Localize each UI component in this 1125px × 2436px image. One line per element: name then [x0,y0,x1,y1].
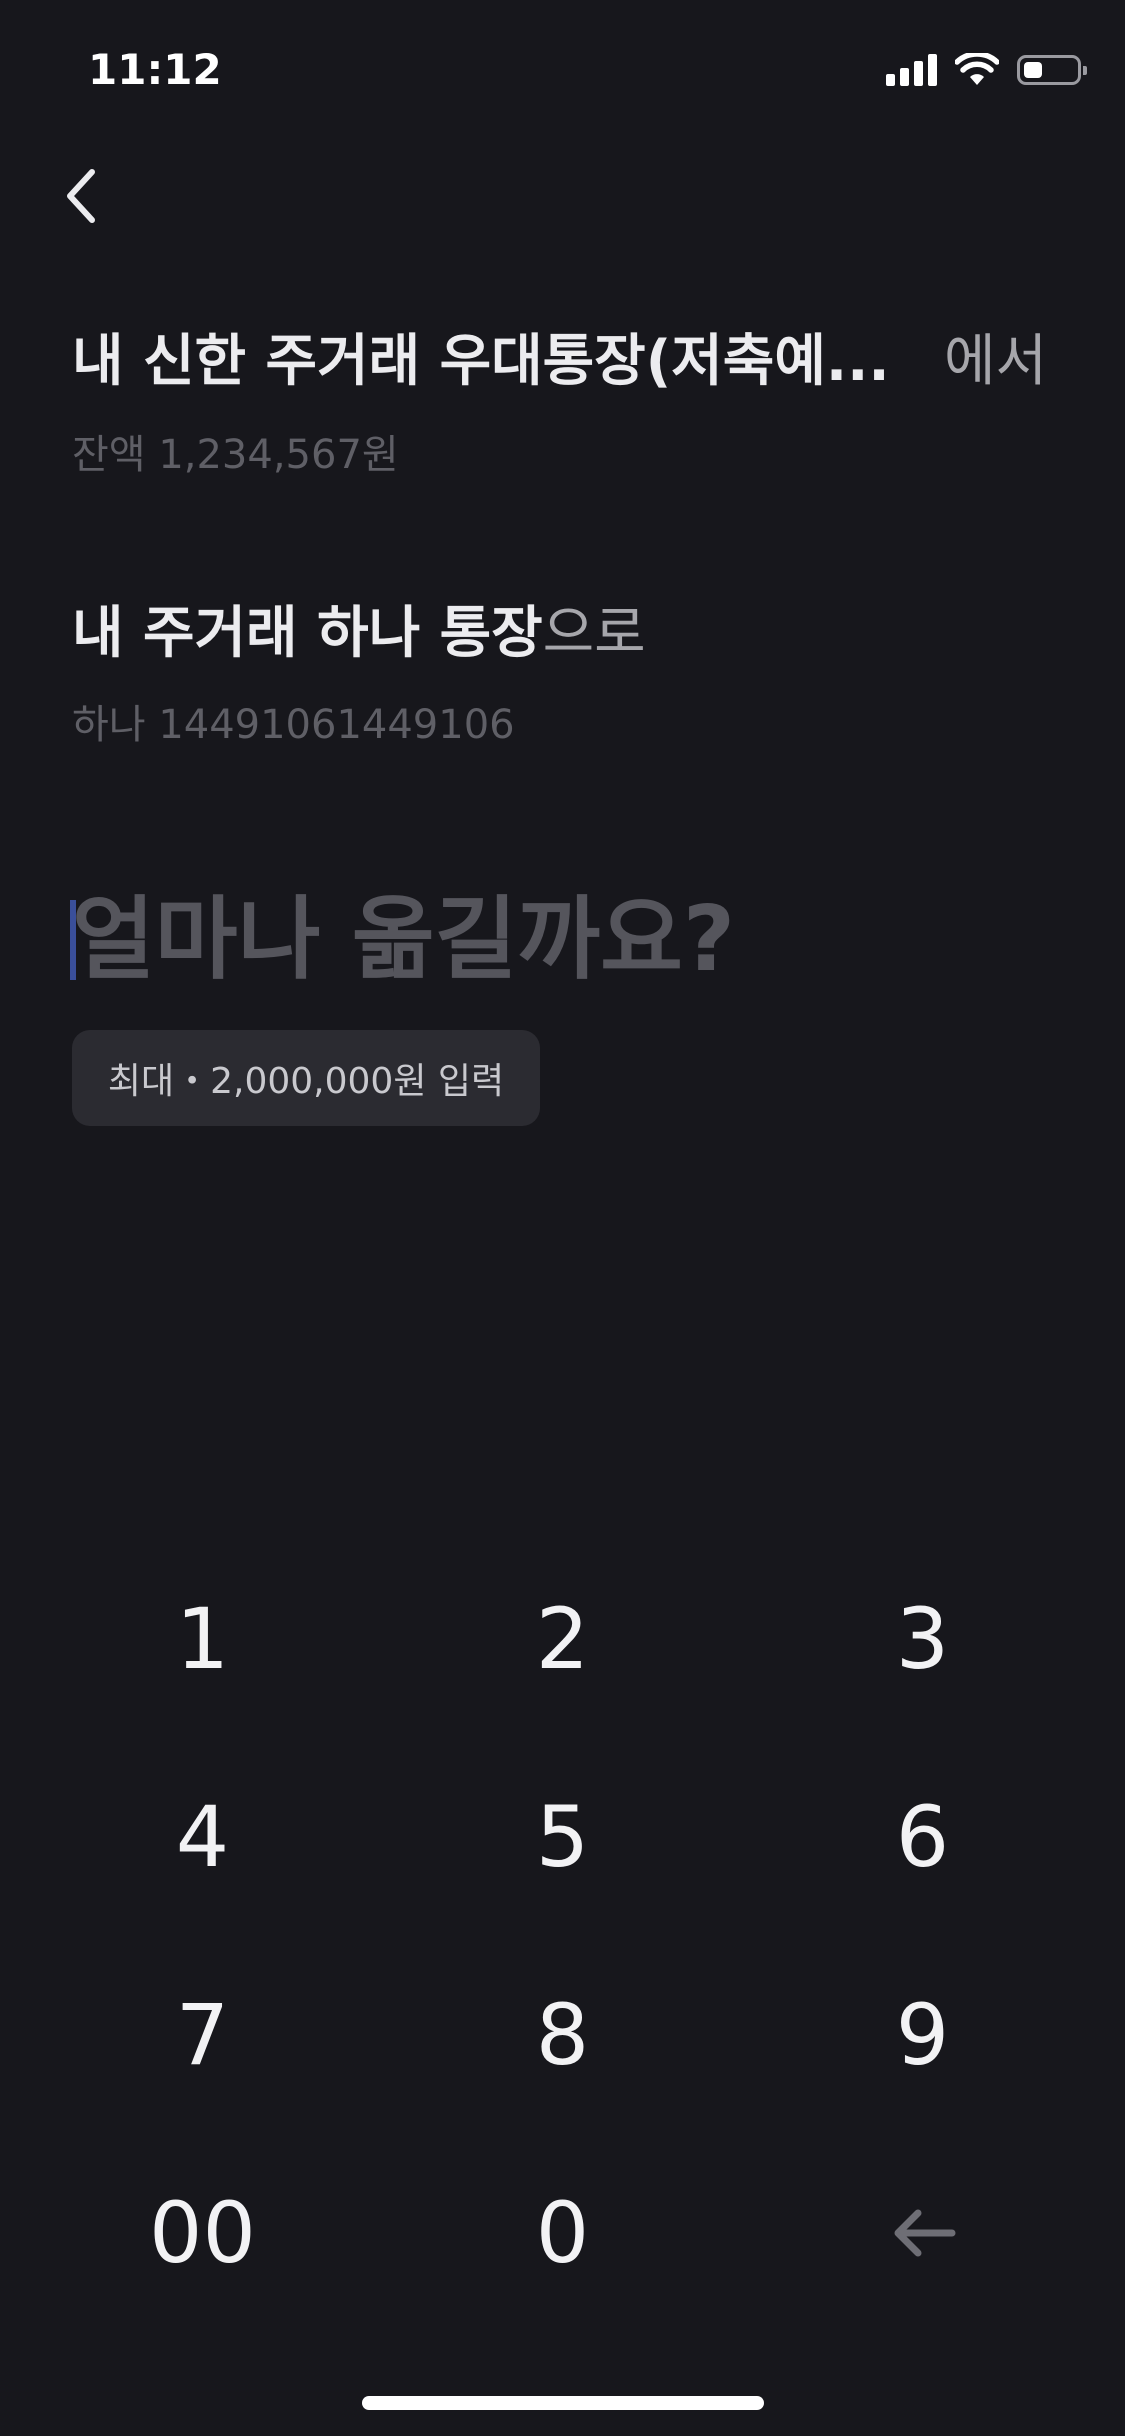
backspace-arrow-icon [894,2209,955,2257]
key-4[interactable]: 4 [15,1738,390,1936]
wifi-icon [955,53,999,85]
key-2[interactable]: 2 [375,1540,750,1738]
to-account-suffix: 으로 [542,601,646,666]
status-icons [886,48,1087,92]
key-1[interactable]: 1 [15,1540,390,1738]
backspace-button[interactable] [735,2134,1110,2332]
back-button[interactable] [52,156,112,236]
to-account-name: 내 주거래 하나 통장 [72,601,543,666]
cellular-signal-icon [886,54,937,86]
max-amount-button[interactable]: 최대・2,000,000원 입력 [72,1030,540,1126]
from-account-balance: 잔액 1,234,567원 [72,432,399,478]
key-8[interactable]: 8 [375,1936,750,2134]
from-account-suffix: 에서 [944,329,1048,394]
key-00[interactable]: 00 [15,2134,390,2332]
key-3[interactable]: 3 [735,1540,1110,1738]
key-5[interactable]: 5 [375,1738,750,1936]
status-time: 11:12 [88,45,222,94]
battery-icon [1017,55,1087,85]
to-account-number: 하나 14491061449106 [72,702,515,748]
home-indicator [362,2396,764,2410]
key-7[interactable]: 7 [15,1936,390,2134]
chevron-left-icon [67,169,95,223]
key-9[interactable]: 9 [735,1936,1110,2134]
key-0[interactable]: 0 [375,2134,750,2332]
key-6[interactable]: 6 [735,1738,1110,1936]
to-account-line[interactable]: 내 주거래 하나 통장으로 [72,594,646,674]
from-account-name[interactable]: 내 신한 주거래 우대통장(저축예... [72,322,902,402]
amount-input[interactable]: 얼마나 옮길까요? [72,880,735,1000]
numeric-keypad: 1 2 3 4 5 6 7 8 9 00 0 [0,1540,1125,2340]
